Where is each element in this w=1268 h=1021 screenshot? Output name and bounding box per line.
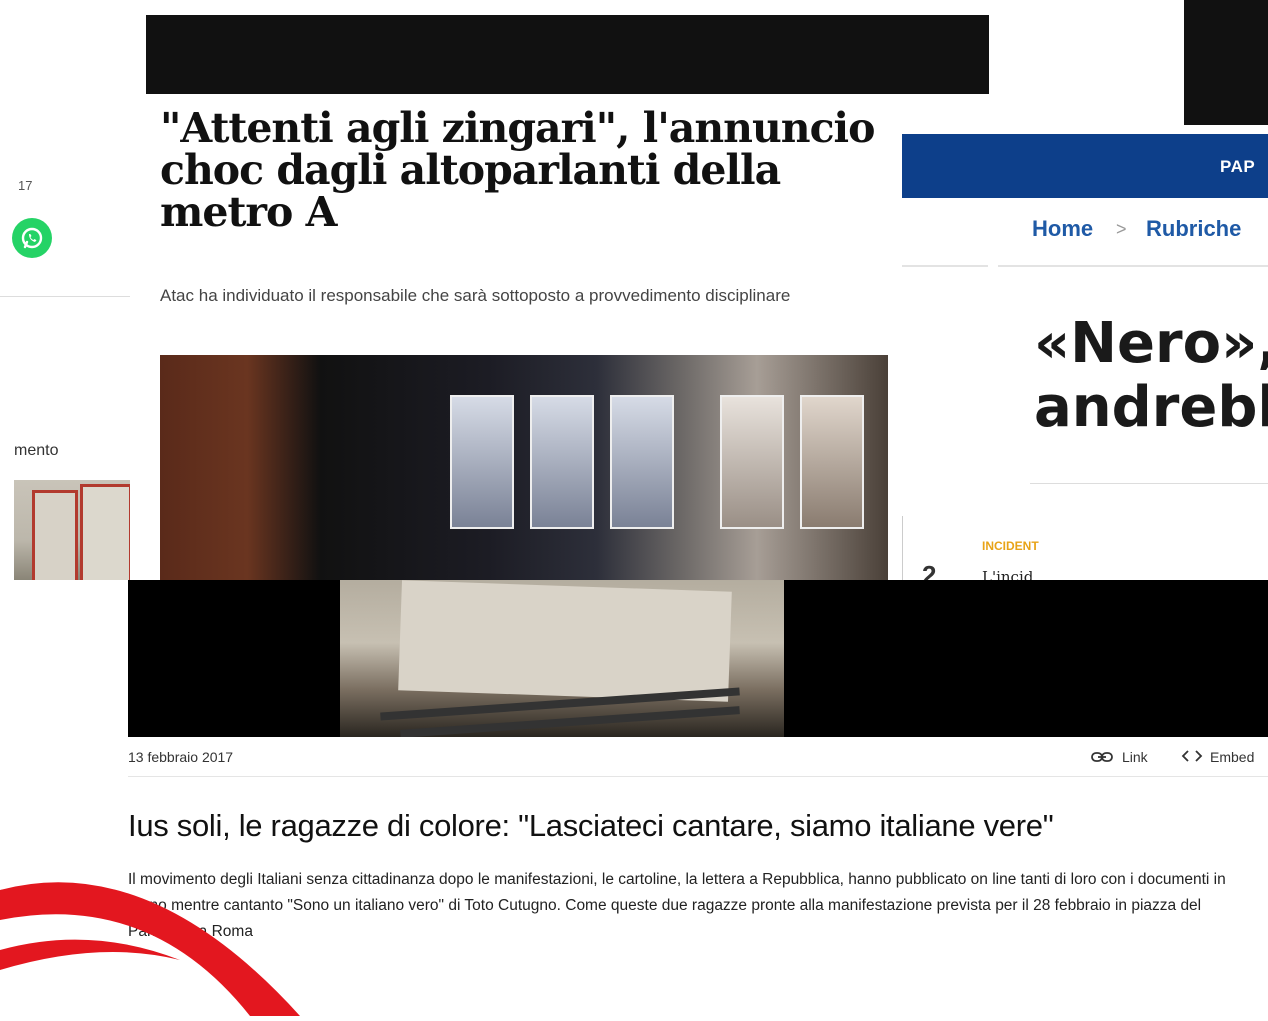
red-swoosh-decoration — [0, 830, 320, 1016]
right-article: PAP Home > Rubriche «Nero», andrebb INCI… — [902, 128, 1268, 590]
caption-fragment: mento — [14, 442, 59, 459]
divider — [998, 265, 1268, 267]
center-article: "Attenti agli zingari", l'annuncio choc … — [146, 15, 989, 580]
breadcrumb-separator: > — [1116, 219, 1127, 239]
article-title[interactable]: "Attenti agli zingari", l'annuncio choc … — [160, 107, 880, 233]
category-label[interactable]: INCIDENT — [982, 539, 1039, 553]
site-navbar — [902, 134, 1268, 198]
headline-line: andrebb — [1034, 375, 1268, 440]
link-icon[interactable] — [1091, 750, 1113, 767]
article-date-fragment: 17 — [18, 178, 33, 193]
whatsapp-icon[interactable] — [12, 218, 52, 258]
nav-item[interactable]: PAP — [1220, 157, 1255, 177]
breadcrumb-home[interactable]: Home — [1032, 216, 1093, 242]
embed-button[interactable]: Embed — [1210, 749, 1254, 765]
divider — [902, 265, 988, 267]
divider — [1030, 483, 1268, 484]
divider — [0, 296, 130, 297]
metro-train-photo[interactable] — [160, 355, 888, 580]
headline-line: «Nero», — [1034, 311, 1268, 376]
redaction-bar — [146, 15, 989, 94]
code-icon[interactable] — [1180, 749, 1204, 766]
article-headline[interactable]: «Nero», andrebb — [1034, 316, 1268, 436]
left-article-fragment: 17 mento — [0, 160, 135, 580]
divider — [902, 516, 903, 580]
article-thumbnail[interactable] — [14, 480, 130, 580]
video-frame[interactable] — [340, 580, 784, 737]
redaction-block — [1184, 0, 1268, 125]
divider — [128, 776, 1268, 777]
breadcrumb-section[interactable]: Rubriche — [1146, 216, 1241, 242]
article-summary: Atac ha individuato il responsabile che … — [160, 286, 791, 305]
video-date: 13 febbraio 2017 — [128, 749, 234, 765]
link-button[interactable]: Link — [1122, 749, 1148, 765]
